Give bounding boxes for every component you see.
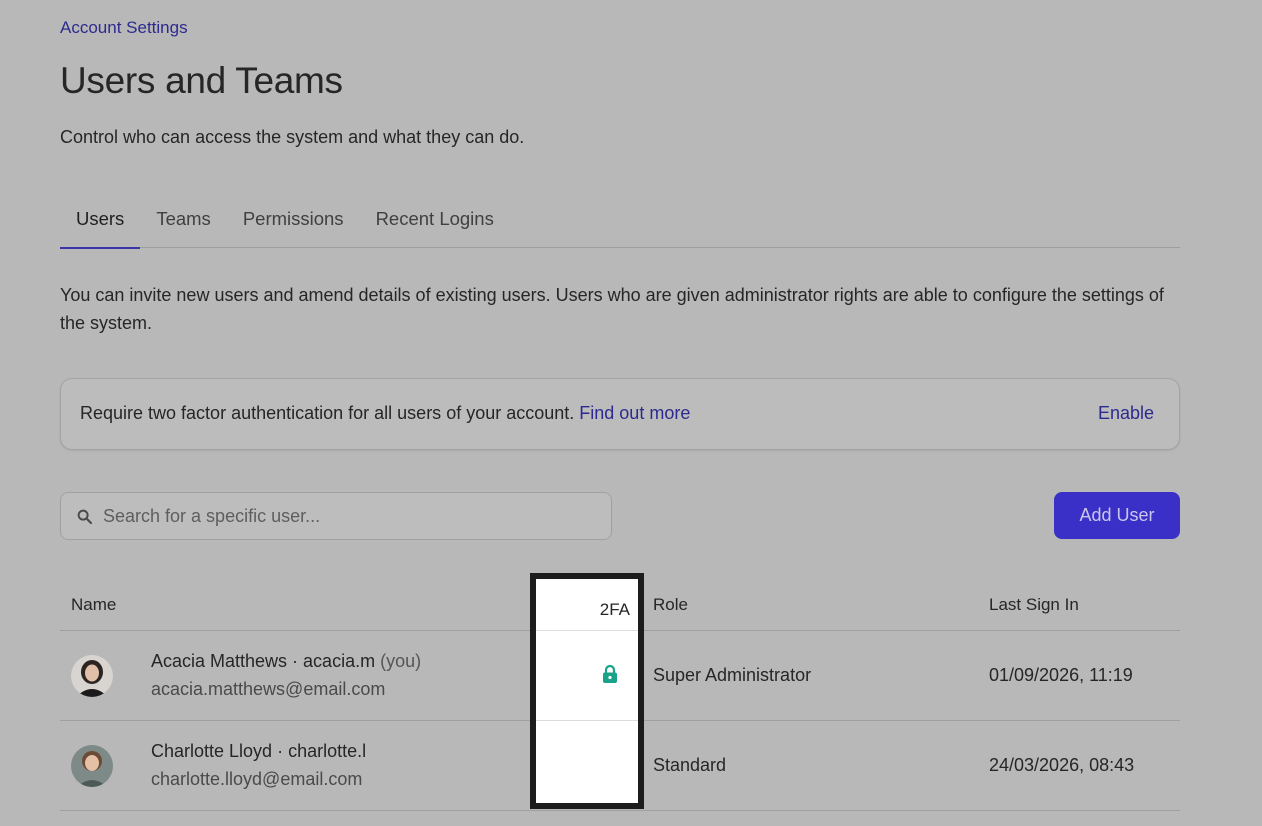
user-name-text: Charlotte Lloyd · charlotte.l xyxy=(151,741,367,761)
column-header-2fa[interactable]: 2FA xyxy=(536,579,638,631)
search-icon xyxy=(77,509,93,525)
you-badge: (you) xyxy=(380,651,422,671)
tab-users[interactable]: Users xyxy=(60,196,141,249)
two-factor-column-highlight: 2FA xyxy=(530,573,644,809)
user-role: Standard xyxy=(653,755,727,775)
page-title: Users and Teams xyxy=(60,60,343,101)
user-name: Acacia Matthews · acacia.m (you) xyxy=(151,651,421,672)
user-last-sign-in: 24/03/2026, 08:43 xyxy=(989,755,1135,775)
user-name-text: Acacia Matthews · acacia.m xyxy=(151,651,376,671)
tab-permissions[interactable]: Permissions xyxy=(227,196,360,248)
find-out-more-link[interactable]: Find out more xyxy=(579,403,690,423)
page-subtitle: Control who can access the system and wh… xyxy=(60,127,525,147)
two-factor-banner: Require two factor authentication for al… xyxy=(60,378,1180,450)
users-intro-text: You can invite new users and amend detai… xyxy=(60,285,1164,333)
enable-2fa-button[interactable]: Enable xyxy=(1098,403,1154,424)
column-header-2fa-label: 2FA xyxy=(599,600,630,619)
user-search[interactable] xyxy=(60,492,612,540)
lock-icon xyxy=(603,664,617,683)
breadcrumb-account-settings[interactable]: Account Settings xyxy=(60,18,188,38)
add-user-button[interactable]: Add User xyxy=(1054,492,1180,539)
banner-message: Require two factor authentication for al… xyxy=(80,403,690,424)
search-input[interactable] xyxy=(103,493,603,539)
banner-text: Require two factor authentication for al… xyxy=(80,403,575,423)
tab-bar: Users Teams Permissions Recent Logins xyxy=(60,196,1180,249)
avatar xyxy=(71,745,113,787)
column-header-last-sign-in[interactable]: Last Sign In xyxy=(989,595,1079,615)
user-role: Super Administrator xyxy=(653,665,812,685)
user-email: acacia.matthews@email.com xyxy=(151,679,386,699)
column-header-role[interactable]: Role xyxy=(653,595,688,615)
user-name: Charlotte Lloyd · charlotte.l xyxy=(151,741,366,762)
avatar xyxy=(71,655,113,697)
tab-recent-logins[interactable]: Recent Logins xyxy=(360,196,510,248)
two-factor-cell xyxy=(536,631,638,721)
user-email: charlotte.lloyd@email.com xyxy=(151,769,363,789)
user-last-sign-in: 01/09/2026, 11:19 xyxy=(989,665,1133,685)
tab-teams[interactable]: Teams xyxy=(140,196,227,248)
column-header-name[interactable]: Name xyxy=(71,595,116,615)
